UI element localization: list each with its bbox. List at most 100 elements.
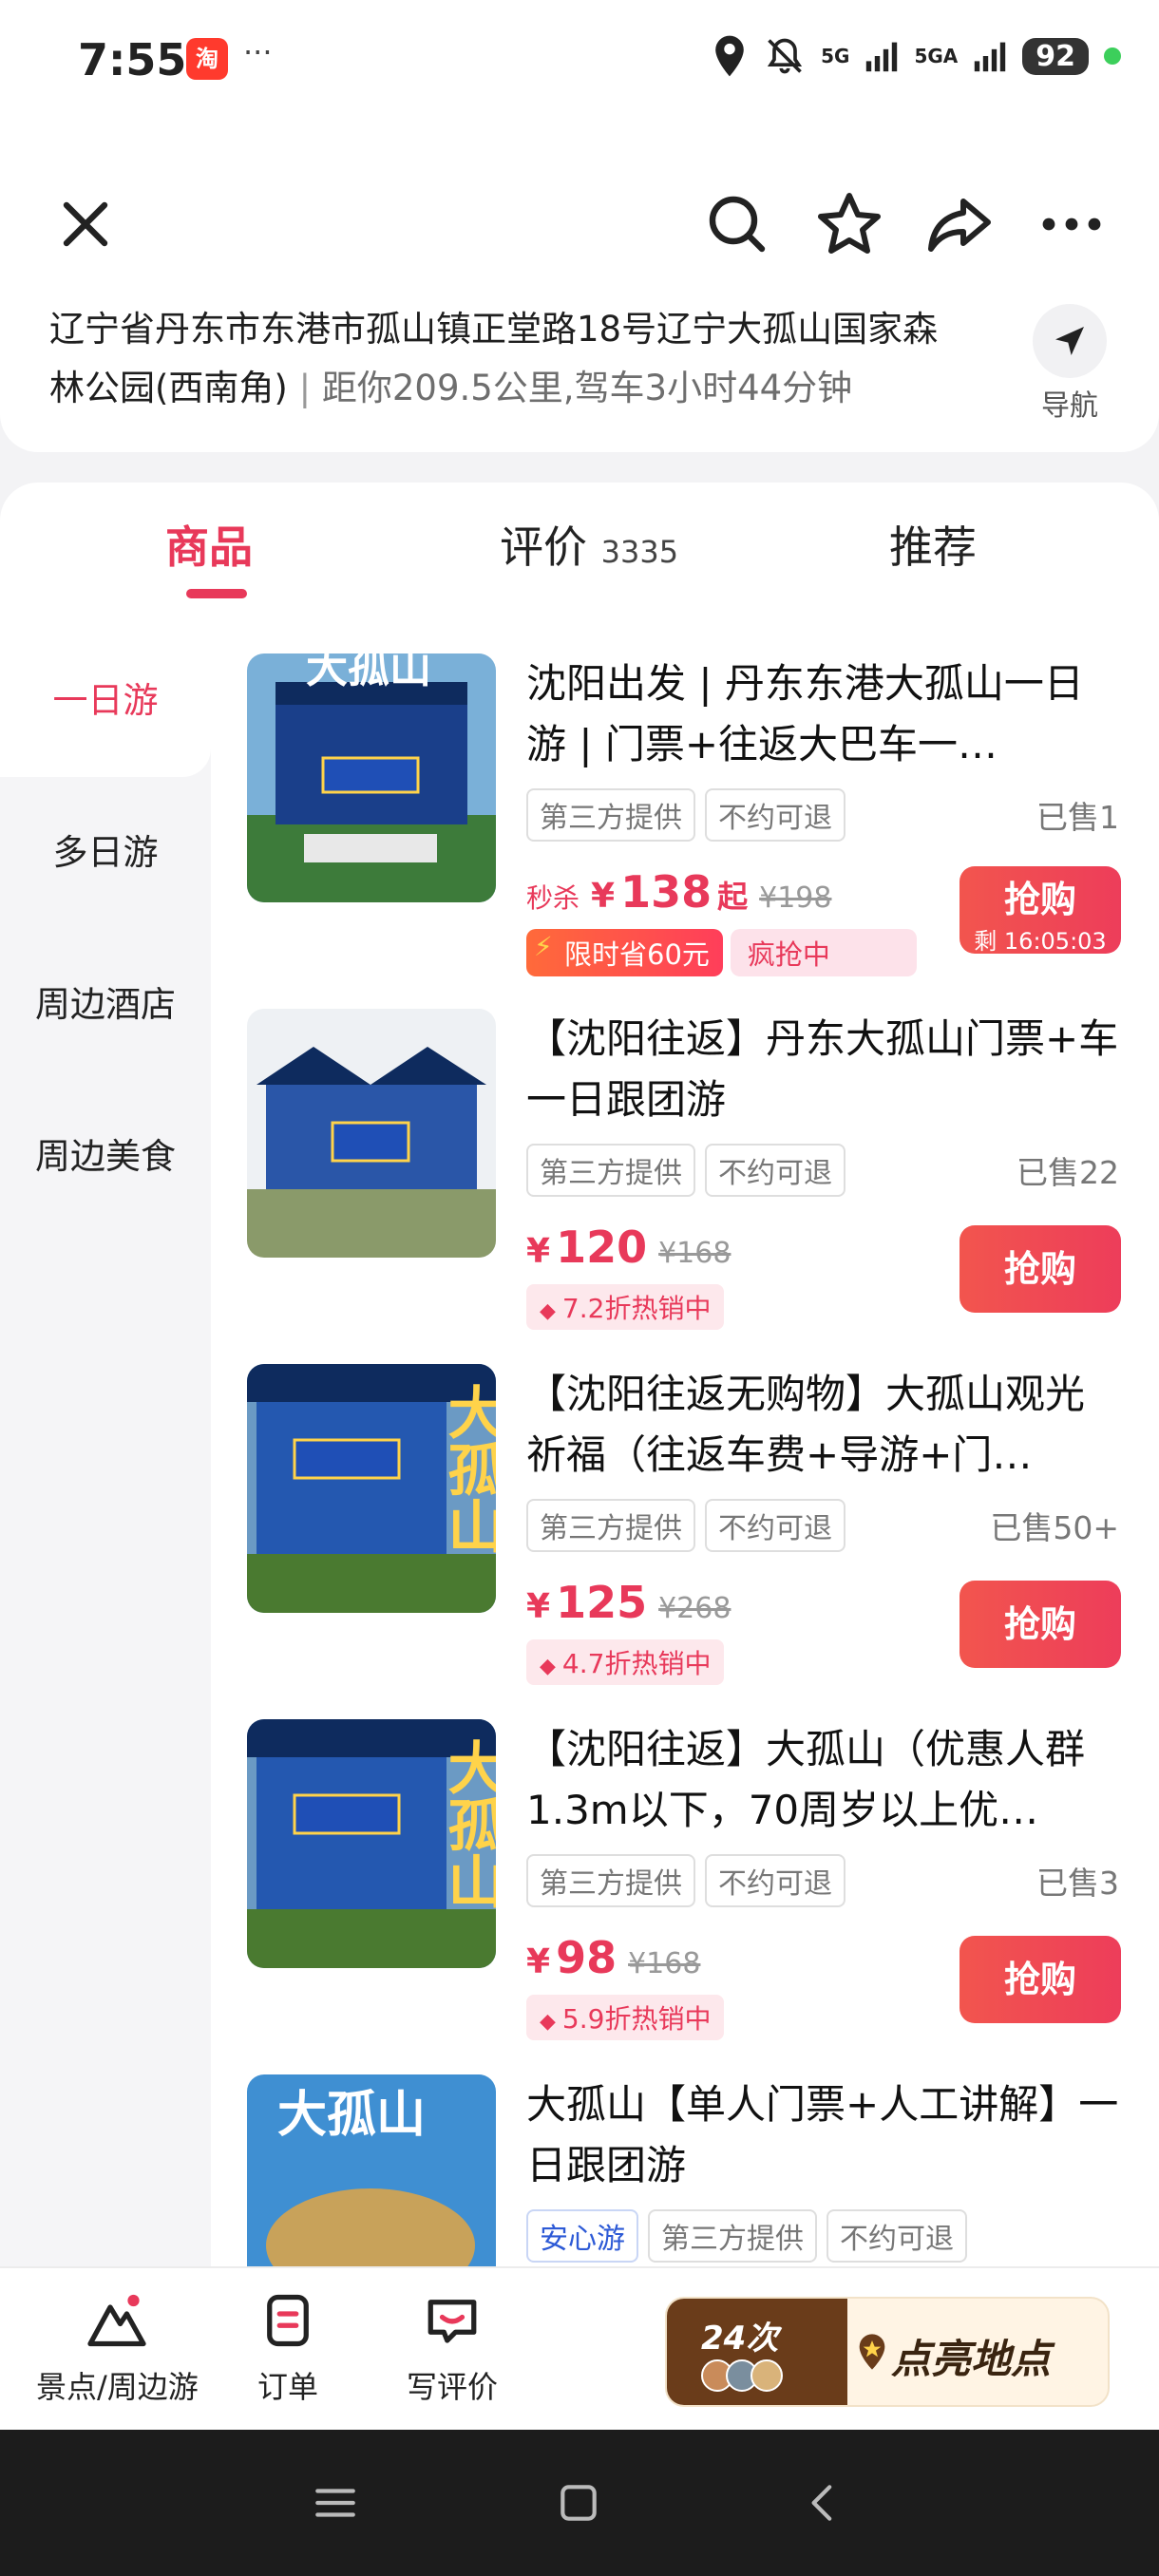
product-thumbnail[interactable]: 大孤山 <box>247 2074 496 2268</box>
tag-safe-tour: 安心游 <box>526 2209 638 2263</box>
sidebar-item-hotels[interactable]: 周边酒店 <box>0 929 211 1081</box>
buy-button[interactable]: 抢购 <box>960 1581 1121 1668</box>
original-price: ¥268 <box>658 1592 732 1625</box>
active-tab-indicator <box>186 589 247 598</box>
order-list-icon <box>267 2294 309 2347</box>
discount-badge: 7.2折热销中 <box>526 1284 725 1330</box>
product-card[interactable]: 大孤山 沈阳出发 | 丹东东港大孤山一日游 | 门票+往返大巴车一… 第三方提供… <box>247 653 1121 1009</box>
signal-5g: 5G <box>821 45 850 67</box>
product-thumbnail[interactable]: 大孤山 <box>247 1364 496 1613</box>
sold-count: 已售50+ <box>990 1509 1119 1546</box>
checkin-avatars <box>701 2359 783 2392</box>
nav-write-review[interactable]: 写评价 <box>407 2287 498 2407</box>
price: 138 <box>620 866 712 918</box>
tab-bar: 商品 评价 3335 推荐 <box>0 483 1159 625</box>
buy-button[interactable]: 抢购 <box>960 1936 1121 2023</box>
tab-reviews[interactable]: 评价 3335 <box>500 513 678 576</box>
product-title[interactable]: 【沈阳往返】丹东大孤山门票+车一日跟团游 <box>526 1009 1121 1130</box>
product-card[interactable]: 大孤山 大孤山【单人门票+人工讲解】一日跟团游 安心游 第三方提供 不约可退 <box>247 2074 1121 2268</box>
navigate-label: 导航 <box>1041 389 1098 423</box>
tab-reviews-count: 3335 <box>600 534 679 570</box>
tag-third-party: 第三方提供 <box>526 1144 695 1197</box>
signal-bars-icon-2 <box>975 42 1006 72</box>
checkin-button[interactable]: 24次 点亮地点 <box>665 2297 1110 2407</box>
price-suffix: 起 <box>717 879 749 915</box>
product-card[interactable]: 大孤山 【沈阳往返无购物】大孤山观光祈福（往返车费+导游+门… 第三方提供 不约… <box>247 1364 1121 1719</box>
tag-refundable: 不约可退 <box>705 1499 846 1552</box>
tab-goods[interactable]: 商品 <box>165 513 253 576</box>
distance-text: 距你209.5公里,驾车3小时44分钟 <box>321 368 853 408</box>
product-title[interactable]: 沈阳出发 | 丹东东港大孤山一日游 | 门票+往返大巴车一… <box>526 653 1121 775</box>
nav-orders[interactable]: 订单 <box>255 2287 321 2407</box>
category-sidebar: 一日游 多日游 周边酒店 周边美食 <box>0 625 211 2268</box>
navigate-button[interactable]: 导航 <box>1030 304 1110 424</box>
mountain-icon <box>87 2294 147 2347</box>
product-thumbnail[interactable]: 大孤山 <box>247 653 496 902</box>
price: 120 <box>556 1222 648 1273</box>
buy-button[interactable]: 抢购 <box>960 1225 1121 1313</box>
product-list: 大孤山 沈阳出发 | 丹东东港大孤山一日游 | 门票+往返大巴车一… 第三方提供… <box>211 625 1159 2268</box>
close-icon[interactable] <box>48 186 124 262</box>
share-icon[interactable] <box>922 186 998 262</box>
back-icon[interactable] <box>800 2479 847 2527</box>
tag-refundable: 不约可退 <box>705 788 846 842</box>
tag-third-party: 第三方提供 <box>648 2209 817 2263</box>
original-price: ¥168 <box>628 1947 701 1980</box>
sidebar-item-multi-day[interactable]: 多日游 <box>0 777 211 929</box>
sold-count: 已售22 <box>1016 1154 1119 1191</box>
price: 98 <box>556 1932 618 1983</box>
product-thumbnail[interactable]: 大孤山 <box>247 1719 496 1968</box>
navigation-arrow-icon <box>1033 304 1107 378</box>
thumb-text: 大孤山 <box>438 1383 496 1554</box>
currency: ¥ <box>526 1232 551 1271</box>
product-title[interactable]: 【沈阳往返无购物】大孤山观光祈福（往返车费+导游+门… <box>526 1364 1121 1486</box>
buy-button[interactable]: 抢购 剩 16:05:03 <box>960 866 1121 955</box>
badge-row: 4.7折热销中 <box>526 1639 725 1685</box>
menu-icon[interactable] <box>312 2479 359 2527</box>
tab-reviews-label: 评价 <box>500 521 587 573</box>
product-card[interactable]: 【沈阳往返】丹东大孤山门票+车一日跟团游 第三方提供 不约可退 已售22 ¥ 1… <box>247 1009 1121 1364</box>
countdown-timer: 剩 16:05:03 <box>974 928 1107 955</box>
star-icon[interactable] <box>811 186 887 262</box>
thumb-text: 大孤山 <box>306 653 431 692</box>
sold-count: 已售3 <box>1036 1865 1119 1902</box>
active-dot <box>1104 47 1121 65</box>
product-thumbnail[interactable] <box>247 1009 496 1258</box>
product-tags: 第三方提供 不约可退 <box>526 1144 846 1197</box>
system-nav-bar <box>0 2430 1159 2576</box>
tag-third-party: 第三方提供 <box>526 1854 695 1907</box>
buy-label: 抢购 <box>1003 1959 1076 2000</box>
discount-badge: 5.9折热销中 <box>526 1995 725 2040</box>
price-row: 秒杀 ¥ 138 起 ¥198 <box>526 866 831 918</box>
tag-refundable: 不约可退 <box>705 1144 846 1197</box>
product-title[interactable]: 大孤山【单人门票+人工讲解】一日跟团游 <box>526 2074 1121 2196</box>
sidebar-item-day-tour[interactable]: 一日游 <box>0 625 211 777</box>
mute-bell-icon <box>768 38 803 74</box>
signal-5ga: 5GA <box>914 45 959 67</box>
review-chat-icon <box>428 2300 477 2343</box>
product-card[interactable]: 大孤山 【沈阳往返】大孤山（优惠人群1.3m以下，70周岁以上优… 第三方提供 … <box>247 1719 1121 2074</box>
price-row: ¥ 125 ¥268 <box>526 1577 731 1628</box>
tag-third-party: 第三方提供 <box>526 788 695 842</box>
more-icon[interactable] <box>1034 186 1110 262</box>
checkin-count: 24次 <box>701 2320 779 2358</box>
price-row: ¥ 120 ¥168 <box>526 1222 731 1273</box>
search-icon[interactable] <box>699 186 775 262</box>
buy-label: 抢购 <box>1003 879 1076 920</box>
buy-label: 抢购 <box>1003 1603 1076 1645</box>
status-bar: 7:55 淘 ··· 5G 5GA 92 <box>0 0 1159 114</box>
nav-attractions-label: 景点/周边游 <box>36 2369 199 2405</box>
product-title[interactable]: 【沈阳往返】大孤山（优惠人群1.3m以下，70周岁以上优… <box>526 1719 1121 1841</box>
address[interactable]: 辽宁省丹东市东港市孤山镇正堂路18号辽宁大孤山国家森林公园(西南角) | 距你2… <box>49 300 961 418</box>
nav-attractions[interactable]: 景点/周边游 <box>36 2287 199 2407</box>
tab-recommend[interactable]: 推荐 <box>889 513 977 576</box>
home-icon[interactable] <box>555 2479 602 2527</box>
status-more-icon: ··· <box>243 34 273 70</box>
product-tags: 第三方提供 不约可退 <box>526 1854 846 1907</box>
price-row: ¥ 98 ¥168 <box>526 1932 700 1983</box>
product-tags: 第三方提供 不约可退 <box>526 788 846 842</box>
checkin-count-panel: 24次 <box>667 2299 847 2405</box>
sidebar-item-food[interactable]: 周边美食 <box>0 1081 211 1233</box>
currency: ¥ <box>526 1942 551 1981</box>
nav-write-review-label: 写评价 <box>407 2369 499 2405</box>
